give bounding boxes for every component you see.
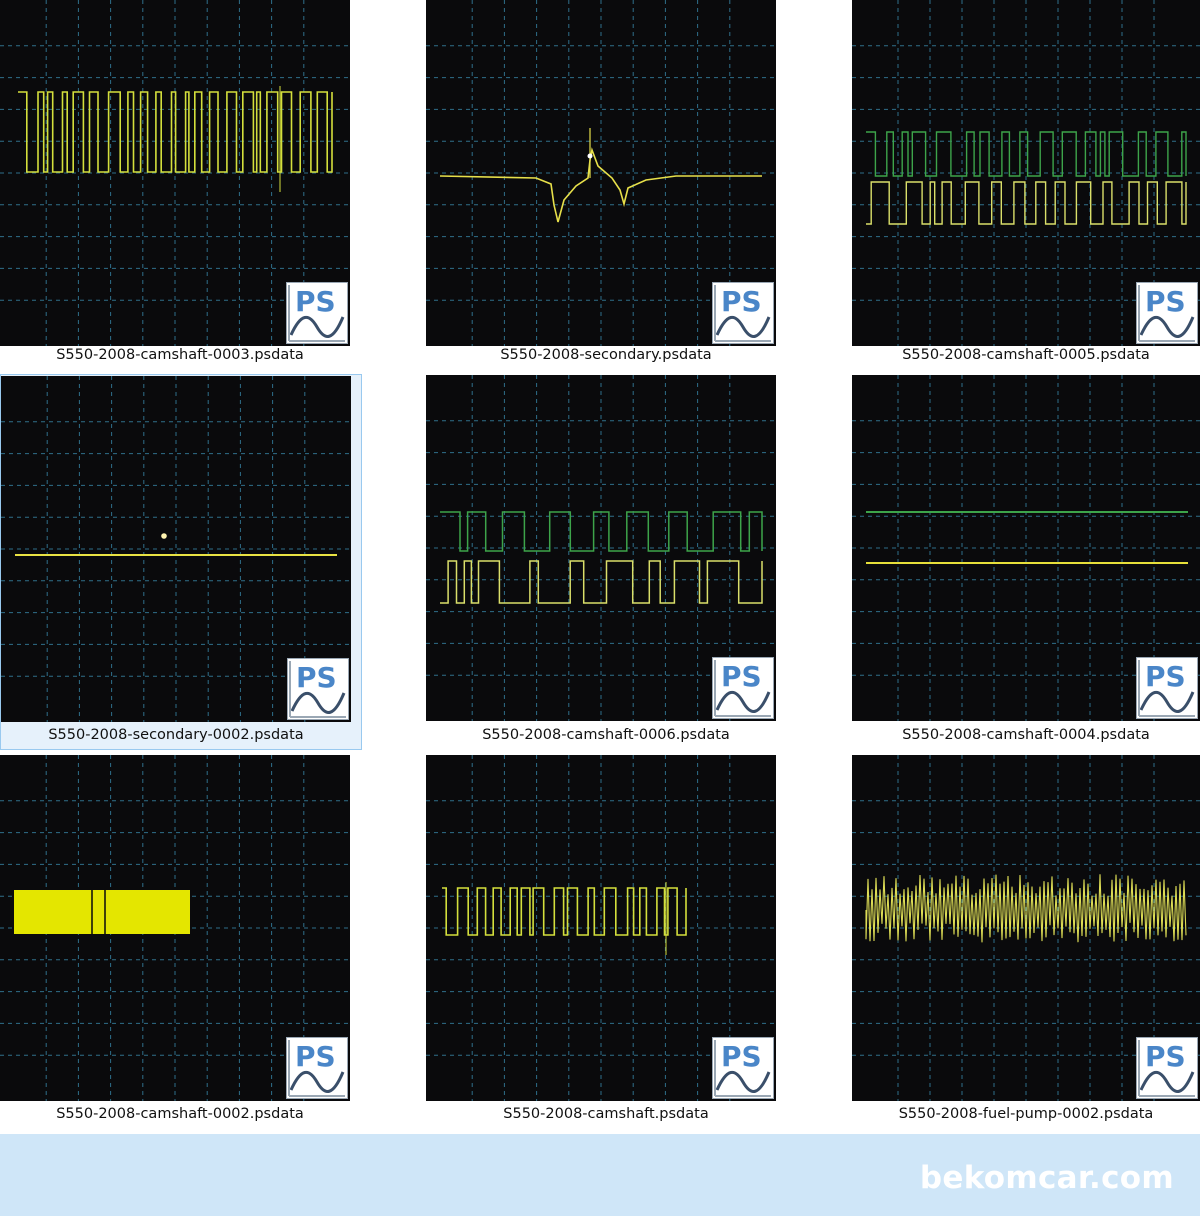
file-tile[interactable]: PS S550-2008-camshaft-0006.psdata xyxy=(426,375,786,750)
picoscope-logo-icon: PS xyxy=(287,658,349,720)
waveform-thumbnail[interactable]: PS xyxy=(0,755,350,1101)
logo-wave xyxy=(289,316,345,338)
waveform-thumbnail[interactable]: PS xyxy=(1,376,351,722)
file-name: S550-2008-secondary.psdata xyxy=(500,347,712,363)
file-tile[interactable]: PS S550-2008-camshaft.psdata xyxy=(426,755,786,1130)
picoscope-logo-icon: PS xyxy=(712,657,774,719)
trace-line xyxy=(18,91,333,173)
file-name: S550-2008-camshaft-0005.psdata xyxy=(902,347,1150,363)
logo-text: PS xyxy=(1145,660,1186,693)
logo-wave xyxy=(1139,691,1195,713)
logo-wave xyxy=(290,692,346,714)
logo-wave xyxy=(1139,316,1195,338)
logo-text: PS xyxy=(721,1040,762,1073)
logo-text: PS xyxy=(721,660,762,693)
file-tile[interactable]: PS S550-2008-camshaft-0005.psdata xyxy=(852,0,1200,375)
waveform-thumbnail[interactable]: PS xyxy=(0,0,350,346)
file-name: S550-2008-secondary-0002.psdata xyxy=(48,727,304,743)
logo-text: PS xyxy=(295,285,336,318)
picoscope-logo-icon: PS xyxy=(1136,657,1198,719)
file-name: S550-2008-camshaft-0004.psdata xyxy=(902,727,1150,743)
logo-wave xyxy=(715,1071,771,1093)
picoscope-logo-icon: PS xyxy=(712,1037,774,1099)
file-name: S550-2008-camshaft.psdata xyxy=(503,1106,709,1122)
file-name: S550-2008-camshaft-0002.psdata xyxy=(56,1106,304,1122)
watermark: bekomcar.com xyxy=(919,1160,1174,1196)
trace-block xyxy=(14,890,190,934)
waveform-thumbnail[interactable]: PS xyxy=(426,375,776,721)
picoscope-logo-icon: PS xyxy=(712,282,774,344)
logo-wave xyxy=(289,1071,345,1093)
logo-text: PS xyxy=(296,661,337,694)
file-name: S550-2008-camshaft-0003.psdata xyxy=(56,347,304,363)
waveform-thumbnail[interactable]: PS xyxy=(426,0,776,346)
waveform-thumbnail[interactable]: PS xyxy=(426,755,776,1101)
logo-wave xyxy=(715,691,771,713)
file-tile[interactable]: PS S550-2008-fuel-pump-0002.psdata xyxy=(852,755,1200,1130)
file-tile[interactable]: PS S550-2008-camshaft-0003.psdata xyxy=(0,0,360,375)
file-tile[interactable]: PS S550-2008-camshaft-0004.psdata xyxy=(852,375,1200,750)
logo-wave xyxy=(715,316,771,338)
waveform-thumbnail[interactable]: PS xyxy=(852,755,1200,1101)
trace-line xyxy=(442,887,687,936)
waveform-thumbnail[interactable]: PS xyxy=(852,375,1200,721)
file-tile-selected[interactable]: PS S550-2008-secondary-0002.psdata xyxy=(0,374,362,750)
logo-text: PS xyxy=(1145,1040,1186,1073)
logo-text: PS xyxy=(721,285,762,318)
trigger-marker xyxy=(587,153,593,159)
logo-text: PS xyxy=(295,1040,336,1073)
logo-text: PS xyxy=(1145,285,1186,318)
picoscope-logo-icon: PS xyxy=(286,1037,348,1099)
file-name: S550-2008-camshaft-0006.psdata xyxy=(482,727,730,743)
file-tile[interactable]: PS S550-2008-camshaft-0002.psdata xyxy=(0,755,360,1130)
file-tile[interactable]: PS S550-2008-secondary.psdata xyxy=(426,0,786,375)
waveform-thumbnail[interactable]: PS xyxy=(852,0,1200,346)
logo-wave xyxy=(1139,1071,1195,1093)
picoscope-logo-icon: PS xyxy=(1136,1037,1198,1099)
picoscope-logo-icon: PS xyxy=(1136,282,1198,344)
trigger-marker xyxy=(161,533,167,539)
picoscope-logo-icon: PS xyxy=(286,282,348,344)
file-name: S550-2008-fuel-pump-0002.psdata xyxy=(898,1106,1154,1122)
